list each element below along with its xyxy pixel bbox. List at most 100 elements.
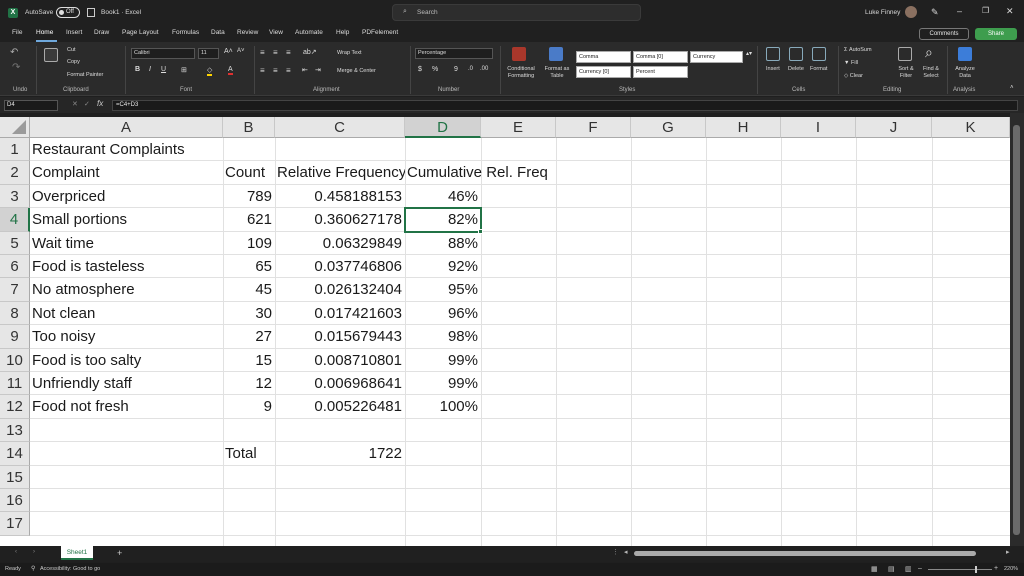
align-center-icon[interactable]: ≡ [273, 66, 278, 75]
fill-color-icon[interactable]: ◇ [207, 66, 213, 76]
tab-home[interactable]: Home [36, 29, 53, 36]
select-all-button[interactable] [0, 117, 30, 138]
close-icon[interactable]: ✕ [1006, 6, 1014, 17]
cell-count[interactable]: 65 [223, 255, 272, 278]
save-icon[interactable] [87, 8, 95, 17]
cell-relative-frequency[interactable]: 0.006968641 [275, 372, 402, 395]
cell-complaint[interactable]: Overpriced [32, 185, 105, 208]
cell-cumulative[interactable]: 92% [405, 255, 478, 278]
formula-input[interactable]: =C4+D3 [112, 100, 1018, 111]
cell-relative-frequency[interactable]: 0.06329849 [275, 232, 402, 255]
comma-style-icon[interactable]: 9 [454, 66, 458, 73]
format-as-table-button[interactable]: Format as Table [540, 66, 574, 80]
collapse-ribbon-icon[interactable]: ˄ [1010, 85, 1014, 91]
align-bottom-icon[interactable]: ≡ [286, 48, 291, 57]
cell-complaint[interactable]: Food is tasteless [32, 255, 145, 278]
borders-icon[interactable]: ⊞ [181, 66, 187, 74]
clear-button[interactable]: ◇ Clear [844, 73, 863, 79]
cell-count[interactable]: 789 [223, 185, 272, 208]
tab-help[interactable]: Help [336, 29, 349, 36]
percent-icon[interactable]: % [432, 66, 438, 73]
find-select-button[interactable]: Find & Select [918, 66, 944, 80]
cell-relative-frequency[interactable]: 0.008710801 [275, 349, 402, 372]
cell-complaint[interactable]: Unfriendly staff [32, 372, 132, 395]
row-header-6[interactable]: 6 [0, 255, 30, 279]
column-header-i[interactable]: I [781, 117, 856, 138]
cell-cumulative[interactable]: 88% [405, 232, 478, 255]
cell-cumulative[interactable]: 99% [405, 372, 478, 395]
cell-relative-frequency[interactable]: 0.005226481 [275, 395, 402, 418]
cell-total-label[interactable]: Total [225, 442, 257, 465]
cell-complaint[interactable]: Food not fresh [32, 395, 129, 418]
style-percent[interactable]: Percent [633, 66, 688, 78]
cell-total-value[interactable]: 1722 [275, 442, 402, 465]
decrease-font-icon[interactable]: A˅ [237, 48, 245, 54]
cell-cumulative[interactable]: 46% [405, 185, 478, 208]
row-header-16[interactable]: 16 [0, 489, 30, 513]
column-header-h[interactable]: H [706, 117, 781, 138]
tab-review[interactable]: Review [237, 29, 258, 36]
style-currency[interactable]: Currency [690, 51, 743, 63]
column-header-d[interactable]: D [405, 117, 481, 138]
cell-header-cumulative[interactable]: Cumulative Rel. Freq [407, 161, 548, 184]
row-header-10[interactable]: 10 [0, 348, 30, 372]
column-header-g[interactable]: G [631, 117, 706, 138]
sheet-tab-sheet1[interactable]: Sheet1 [61, 546, 93, 560]
redo-icon[interactable]: ↷ [12, 62, 20, 73]
orientation-icon[interactable]: ab↗ [303, 48, 317, 56]
restore-icon[interactable]: ❐ [982, 6, 989, 15]
column-header-e[interactable]: E [481, 117, 556, 138]
vertical-scroll-thumb[interactable] [1013, 125, 1020, 535]
tab-data[interactable]: Data [211, 29, 225, 36]
merge-center-button[interactable]: Merge & Center [337, 68, 376, 74]
format-painter-button[interactable]: Format Painter [67, 72, 103, 78]
fill-button[interactable]: ▼ Fill [844, 60, 858, 66]
font-name-select[interactable]: Calibri [131, 48, 195, 59]
row-header-15[interactable]: 15 [0, 465, 30, 489]
pen-icon[interactable]: ✎ [931, 7, 939, 18]
avatar[interactable] [905, 6, 917, 18]
insert-function-icon[interactable]: fx [97, 99, 103, 108]
format-cells-icon[interactable] [812, 47, 826, 61]
decrease-indent-icon[interactable]: ⇤ [302, 66, 308, 74]
decrease-decimal-icon[interactable]: .00 [480, 66, 488, 72]
delete-cells-button[interactable]: Delete [788, 66, 804, 72]
zoom-slider[interactable] [928, 569, 992, 570]
cell-relative-frequency[interactable]: 0.015679443 [275, 325, 402, 348]
cell-title[interactable]: Restaurant Complaints [32, 138, 185, 161]
analyze-data-icon[interactable] [958, 47, 972, 61]
cell-count[interactable]: 12 [223, 372, 272, 395]
row-header-17[interactable]: 17 [0, 512, 30, 536]
delete-cells-icon[interactable] [789, 47, 803, 61]
next-sheet-icon[interactable]: › [33, 549, 35, 555]
cell-count[interactable]: 9 [223, 395, 272, 418]
cell-complaint[interactable]: Small portions [32, 208, 127, 231]
cell-complaint[interactable]: Too noisy [32, 325, 95, 348]
tab-view[interactable]: View [269, 29, 283, 36]
zoom-out-icon[interactable]: – [918, 565, 922, 572]
add-sheet-button[interactable]: + [117, 548, 122, 558]
align-left-icon[interactable]: ≡ [260, 66, 265, 75]
analyze-data-button[interactable]: Analyze Data [950, 66, 980, 80]
normal-view-icon[interactable]: ▦ [871, 565, 878, 573]
find-select-icon[interactable]: ⌕ [925, 44, 933, 61]
name-box[interactable]: D4 [4, 100, 58, 111]
increase-font-icon[interactable]: A˄ [224, 48, 233, 55]
styles-scroll-icon[interactable]: ▴▾ [746, 50, 752, 57]
cell-count[interactable]: 45 [223, 278, 272, 301]
style-comma-0[interactable]: Comma [0] [633, 51, 688, 63]
search-input[interactable]: ⌕ Search [392, 4, 641, 21]
row-header-11[interactable]: 11 [0, 372, 30, 396]
confirm-entry-icon[interactable]: ✓ [84, 100, 90, 108]
cell-cumulative[interactable]: 95% [405, 278, 478, 301]
scroll-left-icon[interactable]: ◂ [624, 548, 628, 556]
cell-cumulative[interactable]: 96% [405, 302, 478, 325]
row-header-1[interactable]: 1 [0, 138, 30, 162]
row-header-3[interactable]: 3 [0, 184, 30, 209]
format-cells-button[interactable]: Format [810, 66, 827, 72]
scroll-right-icon[interactable]: ▸ [1006, 548, 1010, 556]
cell-count[interactable]: 109 [223, 232, 272, 255]
row-header-9[interactable]: 9 [0, 325, 30, 349]
row-header-13[interactable]: 13 [0, 418, 30, 443]
tab-page-layout[interactable]: Page Layout [122, 29, 159, 36]
